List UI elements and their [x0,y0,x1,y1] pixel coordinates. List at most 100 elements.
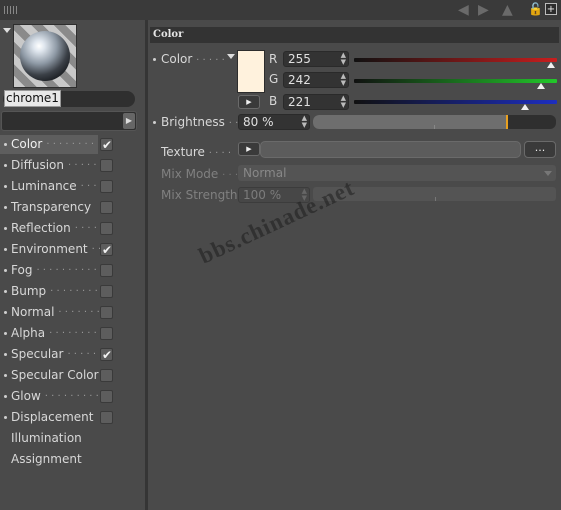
channel-checkbox[interactable] [100,390,113,403]
brightness-slider-tick [434,125,435,129]
channel-item[interactable]: Diffusion · · · · · [0,155,145,176]
color-picker-expand-button[interactable]: ▶ [238,95,260,109]
channel-item[interactable]: Bump · · · · · · · · [0,281,145,302]
channel-bullet [4,227,7,230]
channel-label: Color [11,137,43,151]
r-slider-knob[interactable] [547,62,555,68]
r-spinner-icon[interactable]: ▲ ▼ [341,52,346,66]
channel-label: Luminance [11,179,77,193]
animation-bullet[interactable] [153,58,156,61]
channel-dots: · · · · · · · · [49,328,97,339]
channel-label: Assignment [11,452,82,466]
channel-bullet [4,290,7,293]
channel-checkbox[interactable] [100,201,113,214]
channel-item[interactable]: Reflection · · · · [0,218,145,239]
channel-bullet [4,143,7,146]
channel-label: Glow [11,389,41,403]
channel-dots: · · · · · · · · [46,139,95,150]
g-value-field[interactable]: 242 ▲ ▼ [283,72,349,88]
channel-item[interactable]: Environment · · ✔ [0,239,145,260]
channel-checkbox[interactable] [100,159,113,172]
mix-mode-dropdown[interactable]: Normal [238,165,556,181]
forward-arrow-icon[interactable]: ▶ [478,2,489,18]
channel-list: Color · · · · · · · · ✔ Diffusion · · · · · L… [0,134,145,470]
channel-item[interactable]: Glow · · · · · · · · · [0,386,145,407]
channel-checkbox[interactable] [100,411,113,424]
material-name-field[interactable]: chrome1 [3,90,135,107]
texture-label: Texture · · · · [161,145,231,159]
channel-dots: · · · · · · · · [50,286,98,297]
channel-label: Fog [11,263,33,277]
channel-item[interactable]: Alpha · · · · · · · · [0,323,145,344]
g-gradient-slider[interactable] [354,79,557,83]
brightness-value-text: 80 % [243,115,274,129]
b-slider-knob[interactable] [520,104,529,110]
channel-item[interactable]: Normal · · · · · · · [0,302,145,323]
channel-label: Environment [11,242,88,256]
combo-arrow-icon[interactable]: ▶ [123,113,135,129]
brightness-slider[interactable] [313,115,556,129]
g-slider-knob[interactable] [536,83,545,89]
channel-item[interactable]: Assignment [0,449,145,470]
up-arrow-icon[interactable]: ▲ [502,2,513,18]
brightness-label-text: Brightness [161,115,225,129]
channel-label: Illumination [11,431,82,445]
lock-icon[interactable]: 🔓 [528,3,543,15]
channel-checkbox[interactable]: ✔ [100,138,113,152]
channel-checkbox[interactable] [100,264,113,277]
checkmark-icon: ✔ [102,348,113,362]
texture-slot[interactable] [260,141,521,158]
channel-item[interactable]: Illumination [0,428,145,449]
channel-label: Diffusion [11,158,64,172]
material-combo-field[interactable]: ▶ [1,111,137,131]
channel-checkbox[interactable] [100,306,113,319]
channel-dots: · · · · [74,223,97,234]
dropdown-arrow-icon [544,171,552,176]
r-gradient-slider[interactable] [354,58,557,62]
channel-bullet [4,206,7,209]
channel-item[interactable]: Displacement [0,407,145,428]
channel-label: Specular [11,347,64,361]
channel-label: Specular Color [11,368,99,382]
channel-item[interactable]: Transparency [0,197,145,218]
r-value-field[interactable]: 255 ▲ ▼ [283,51,349,67]
channel-bullet [4,164,7,167]
channel-checkbox[interactable] [100,222,113,235]
channel-checkbox[interactable] [100,180,113,193]
material-preview[interactable] [13,24,77,88]
channel-item[interactable]: Specular · · · · · ✔ [0,344,145,365]
color-swatch[interactable] [237,50,265,93]
new-panel-icon[interactable]: + [545,3,557,15]
channel-checkbox[interactable] [100,369,113,382]
channel-bullet [4,416,7,419]
b-value-text: 221 [288,95,311,109]
panel-grip-icon[interactable] [4,6,18,14]
texture-label-dots: · · · · [208,148,232,159]
channel-item[interactable]: Fog · · · · · · · · · · [0,260,145,281]
g-spinner-icon[interactable]: ▲ ▼ [341,73,346,87]
channel-item[interactable]: Color · · · · · · · · ✔ [0,134,145,155]
b-value-field[interactable]: 221 ▲ ▼ [283,94,349,110]
color-label-dots: · · · · · [196,55,225,66]
channel-label: Displacement [11,410,94,424]
brightness-value-field[interactable]: 80 % ▲ ▼ [238,114,310,130]
channel-item[interactable]: Luminance · · · [0,176,145,197]
texture-menu-button[interactable]: ▶ [238,142,260,156]
preview-menu-arrow-icon[interactable] [3,28,11,33]
brightness-slider-marker[interactable] [506,115,508,129]
channel-checkbox[interactable] [100,285,113,298]
channel-bullet [4,185,7,188]
brightness-spinner-icon[interactable]: ▲ ▼ [302,115,307,129]
channel-checkbox[interactable] [100,327,113,340]
back-arrow-icon[interactable]: ◀ [458,2,469,18]
animation-bullet[interactable] [153,121,156,124]
swatch-menu-arrow-icon[interactable] [227,54,235,59]
left-panel: chrome1 ▶ Color · · · · · · · · ✔ Diffusion… [0,20,145,510]
channel-item[interactable]: Specular Color [0,365,145,386]
channel-checkbox[interactable]: ✔ [100,348,113,362]
b-spinner-icon[interactable]: ▲ ▼ [341,95,346,109]
texture-browse-button[interactable]: ... [524,141,556,158]
channel-checkbox[interactable]: ✔ [100,243,113,257]
g-label: G [269,72,279,86]
checkmark-icon: ✔ [102,243,113,257]
